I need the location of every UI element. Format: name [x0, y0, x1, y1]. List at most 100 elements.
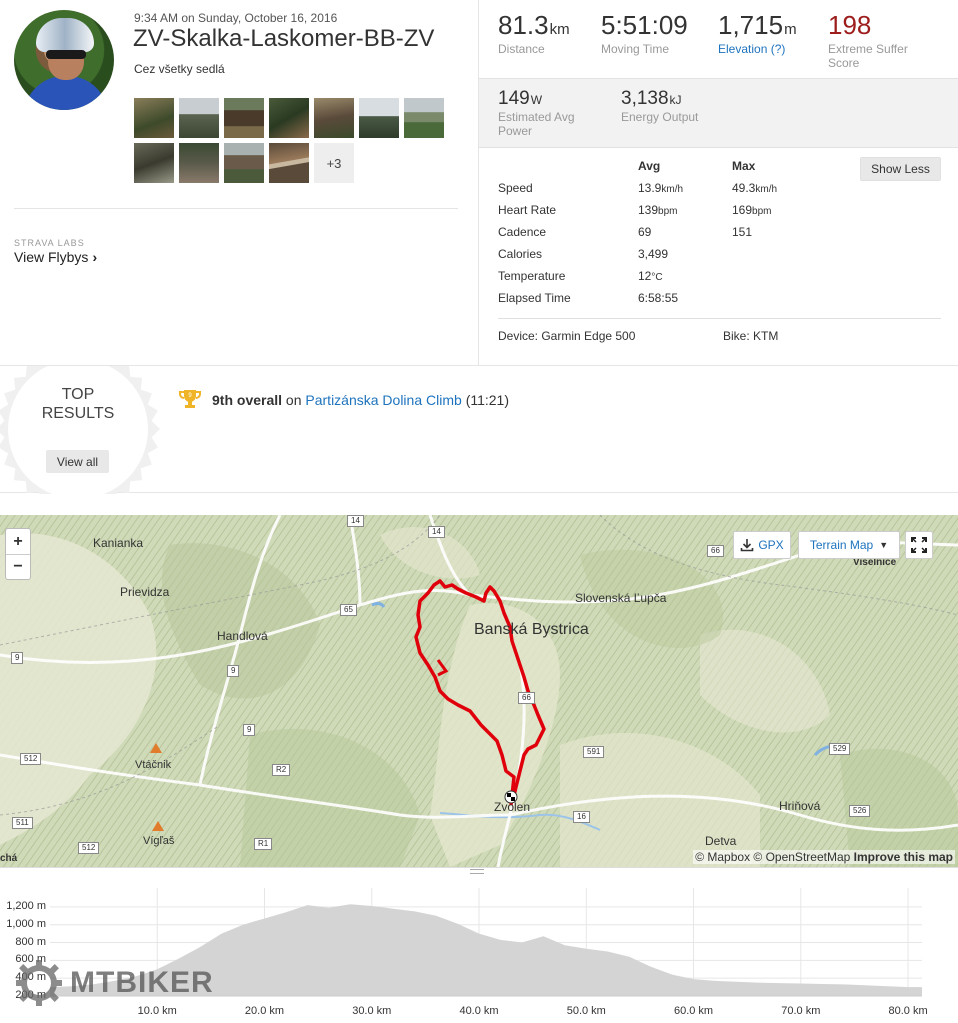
x-tick-label: 80.0 km [888, 1005, 928, 1017]
detail-avg-unit: °C [651, 272, 663, 283]
detail-max: 169bpm [732, 203, 771, 217]
top-results-title: TOP RESULTS [0, 385, 156, 423]
attribution-text: © Mapbox © OpenStreetMap [695, 850, 851, 864]
improve-map-link[interactable]: Improve this map [854, 850, 953, 864]
stat-power: 149W Estimated Avg Power [498, 88, 598, 138]
detail-avg-unit: km/h [661, 184, 684, 195]
detail-avg: 6:58:55 [638, 291, 678, 305]
show-less-button[interactable]: Show Less [860, 157, 941, 181]
route-map[interactable]: + − Kanianka Prievidza Handlová Banská B… [0, 515, 958, 867]
map-place-label: chá [0, 853, 18, 864]
road-number: R1 [254, 838, 273, 850]
map-place-label: Vígľaš [143, 835, 175, 847]
detail-row: Heart Rate 139bpm 169bpm [498, 203, 938, 225]
divider [498, 318, 941, 319]
view-all-button[interactable]: View all [46, 450, 109, 473]
zoom-in-button[interactable]: + [6, 529, 30, 554]
detail-avg-value: 13.9 [638, 181, 662, 195]
detail-avg: 12°C [638, 269, 663, 283]
map-terrain [0, 515, 958, 867]
detail-max-value: 169 [732, 203, 753, 217]
map-type-select[interactable]: Terrain Map ▼ [798, 531, 900, 559]
detail-max-unit: km/h [755, 184, 778, 195]
photo-thumbnail[interactable] [269, 98, 309, 138]
fullscreen-button[interactable] [905, 531, 933, 559]
zoom-out-button[interactable]: − [6, 554, 30, 579]
detail-row: Elapsed Time 6:58:55 [498, 291, 938, 313]
road-number: 14 [428, 526, 445, 538]
y-tick-label: 800 m [15, 935, 46, 948]
road-number: 511 [12, 817, 33, 829]
elevation-profile[interactable]: 1,200 m 1,000 m 800 m 600 m 400 m 200 m 10.0 k… [0, 867, 958, 1023]
stat-elevation-value: 1,715 [718, 10, 784, 40]
stat-suffer-label: Extreme Suffer Score [828, 42, 908, 70]
stat-moving-time-label: Moving Time [601, 42, 670, 56]
photo-thumbnail[interactable] [224, 143, 264, 183]
road-number: 14 [347, 515, 364, 527]
detail-label: Speed [498, 181, 533, 195]
road-number: 529 [829, 743, 851, 755]
activity-title: ZV-Skalka-Laskomer-BB-ZV [133, 25, 435, 52]
photo-thumbnail[interactable] [359, 98, 399, 138]
photo-thumbnail[interactable] [134, 98, 174, 138]
bike-info: Bike: KTM [723, 329, 779, 343]
more-photos-button[interactable]: +3 [314, 143, 354, 183]
x-tick-label: 30.0 km [352, 1005, 392, 1017]
detail-label: Calories [498, 247, 543, 261]
activity-summary: 9:34 AM on Sunday, October 16, 2016 ZV-S… [0, 0, 478, 365]
gear-icon [16, 960, 62, 1006]
top-results-section: TOP RESULTS View all 9 9th overall on Pa… [0, 365, 958, 494]
stat-energy-value: 3,138 [621, 88, 669, 109]
stat-moving-time: 5:51:09 Moving Time [601, 10, 688, 56]
athlete-avatar[interactable] [14, 10, 114, 110]
photo-thumbnail[interactable] [134, 143, 174, 183]
map-place-label: Hriňová [779, 799, 821, 813]
stat-energy-label: Energy Output [621, 110, 699, 124]
view-flybys-label: View Flybys [14, 249, 89, 265]
photo-thumbnail[interactable] [269, 143, 309, 183]
caret-down-icon: ▼ [879, 540, 889, 550]
column-header-max: Max [732, 159, 756, 173]
stat-suffer-score: 198 Extreme Suffer Score [828, 10, 938, 70]
power-stats-band: 149W Estimated Avg Power 3,138kJ Energy … [479, 78, 958, 148]
road-number: 9 [227, 665, 240, 677]
photo-thumbnail[interactable] [404, 98, 444, 138]
chevron-right-icon: › [92, 249, 98, 265]
photo-thumbnail[interactable] [179, 98, 219, 138]
x-tick-label: 60.0 km [673, 1005, 714, 1017]
road-number: R2 [272, 764, 291, 776]
x-tick-label: 70.0 km [781, 1005, 821, 1017]
map-place-label: Vtáčnik [135, 759, 172, 771]
segment-link[interactable]: Partizánska Dolina Climb [305, 392, 461, 408]
map-place-label: Zvolen [494, 800, 531, 814]
road-number: 591 [583, 746, 605, 758]
photo-thumbnail[interactable] [224, 98, 264, 138]
gpx-download-button[interactable]: GPX [733, 531, 791, 559]
watermark-text: MTBIKER [70, 966, 214, 999]
top-results-line2: RESULTS [41, 405, 115, 422]
stat-elevation-unit: m [784, 21, 797, 38]
detail-avg-value: 69 [638, 225, 652, 239]
y-tick-label: 1,000 m [6, 917, 46, 930]
elevation-help-link[interactable]: Elevation (?) [718, 42, 797, 56]
detail-avg: 3,499 [638, 247, 668, 261]
map-place-label: Slovenská Ľupča [575, 591, 667, 605]
top-results-badge: TOP RESULTS View all [0, 366, 164, 494]
stat-energy-unit: kJ [669, 93, 682, 107]
x-tick-label: 50.0 km [566, 1005, 606, 1017]
detail-avg: 69 [638, 225, 651, 239]
strava-labs-heading: STRAVA LABS [14, 238, 85, 248]
detail-label: Temperature [498, 269, 566, 283]
top-results-line1: TOP [61, 386, 95, 403]
activity-datetime: 9:34 AM on Sunday, October 16, 2016 [134, 11, 338, 25]
photo-thumbnail[interactable] [179, 143, 219, 183]
road-number: 66 [707, 545, 724, 557]
stat-power-label: Estimated Avg Power [498, 110, 575, 138]
stat-energy: 3,138kJ Energy Output [621, 88, 698, 124]
x-tick-label: 40.0 km [459, 1005, 499, 1017]
road-number: 512 [20, 753, 42, 765]
photo-thumbnail[interactable] [314, 98, 354, 138]
view-flybys-link[interactable]: View Flybys › [14, 249, 97, 265]
detail-avg-value: 139 [638, 203, 659, 217]
zoom-control: + − [5, 528, 31, 580]
